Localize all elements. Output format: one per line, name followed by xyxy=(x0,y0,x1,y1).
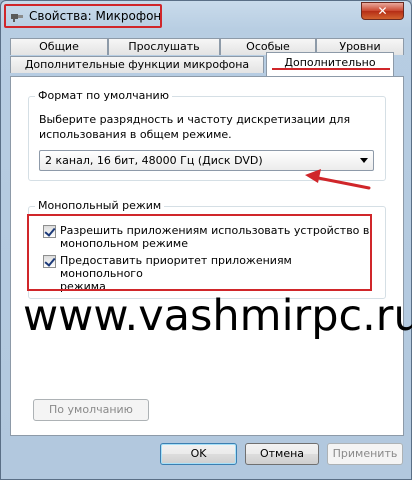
close-button[interactable]: ✕ xyxy=(361,2,404,20)
properties-window: Свойства: Микрофон ✕ Общие Прослушать Ос… xyxy=(0,0,412,480)
exclusive-mode-title: Монопольный режим xyxy=(35,199,165,212)
tab-general[interactable]: Общие xyxy=(10,38,108,55)
default-format-title: Формат по умолчанию xyxy=(35,89,172,102)
default-format-description-line2: использования в общем режиме. xyxy=(39,128,232,141)
annotation-arrow-icon xyxy=(305,169,371,190)
ok-button[interactable]: OK xyxy=(160,443,237,465)
cancel-button[interactable]: Отмена xyxy=(245,443,319,465)
site-watermark: www.vashmirpc.ru xyxy=(23,291,412,341)
title-annotation-box xyxy=(4,4,162,28)
tab-strip: Общие Прослушать Особые Уровни Дополните… xyxy=(10,38,404,78)
default-format-selected: 2 канал, 16 бит, 48000 Гц (Диск DVD) xyxy=(45,154,263,167)
title-bar[interactable]: Свойства: Микрофон ✕ xyxy=(1,1,411,33)
tab-microphone-enhancements[interactable]: Дополнительные функции микрофона xyxy=(10,56,264,73)
restore-default-button[interactable]: По умолчанию xyxy=(33,399,149,421)
exclusive-annotation-box xyxy=(27,214,372,291)
tab-annotation-underline xyxy=(272,68,390,70)
default-format-description-line1: Выберите разрядность и частоту дискретиз… xyxy=(39,113,351,126)
tab-listen[interactable]: Прослушать xyxy=(108,38,220,55)
apply-button[interactable]: Применить xyxy=(327,443,403,465)
tab-advanced[interactable]: Дополнительно xyxy=(266,52,394,76)
